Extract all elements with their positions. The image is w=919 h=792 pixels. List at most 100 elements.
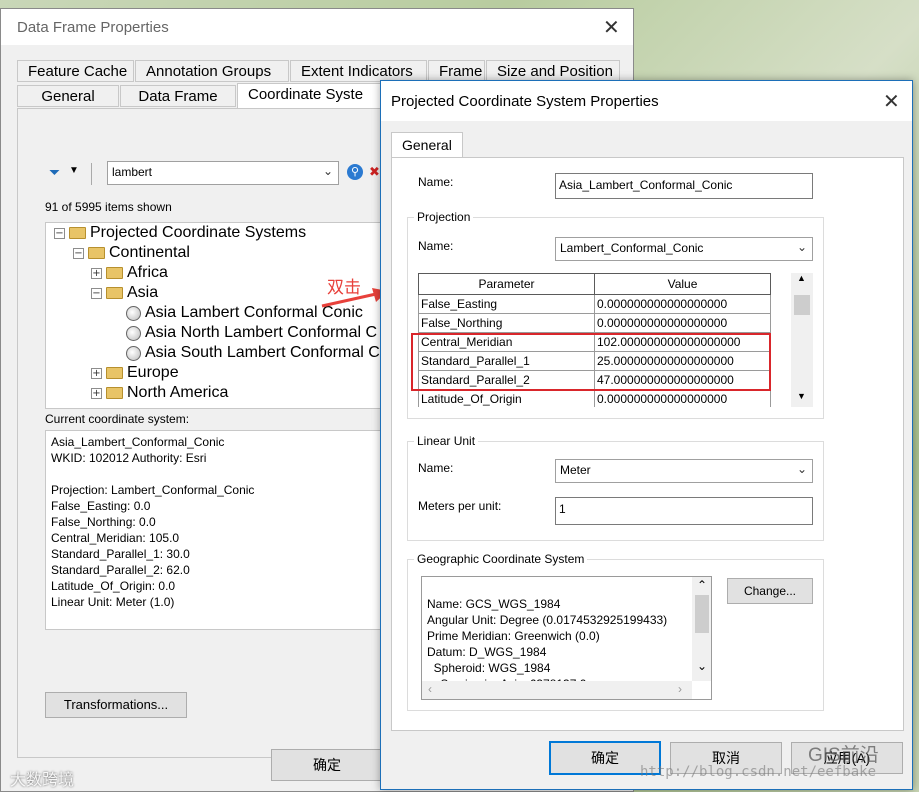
tree-leaf-asia-south-lambert[interactable]: Asia South Lambert Conformal C — [126, 344, 380, 362]
tree-node-label: Projected Coordinate Systems — [90, 224, 307, 241]
detail-line: Standard_Parallel_2: 62.0 — [51, 563, 190, 577]
chevron-down-icon[interactable]: ⌄ — [797, 240, 807, 254]
tree-node-europe[interactable]: + Europe — [91, 364, 179, 382]
folder-open-icon — [69, 227, 86, 239]
scroll-left-icon[interactable]: ‹ — [428, 682, 432, 696]
table-row[interactable]: Latitude_Of_Origin 0.000000000000000000 — [418, 389, 771, 407]
scroll-up-icon[interactable]: ⌃ — [697, 578, 707, 592]
meters-per-unit-field[interactable]: 1 — [555, 497, 813, 525]
filter-icon[interactable]: ⏷ — [49, 164, 60, 181]
projection-name-value: Lambert_Conformal_Conic — [560, 241, 704, 255]
meters-per-unit-label: Meters per unit: — [418, 499, 502, 513]
gcs-line: Angular Unit: Degree (0.0174532925199433… — [427, 613, 668, 627]
projection-group-label: Projection — [414, 210, 474, 224]
grid-scrollbar[interactable]: ▲ ▼ — [791, 273, 813, 407]
change-button[interactable]: Change... — [727, 578, 813, 604]
detail-line: False_Easting: 0.0 — [51, 499, 151, 513]
linear-unit-value: Meter — [560, 463, 591, 477]
transformations-button[interactable]: Transformations... — [45, 692, 187, 718]
collapse-icon[interactable]: − — [91, 287, 102, 299]
gcs-horizontal-scrollbar[interactable]: ‹ › — [422, 681, 692, 699]
close-icon[interactable]: ✕ — [883, 89, 900, 114]
tab-data-frame[interactable]: Data Frame — [120, 85, 236, 107]
gcs-line: Name: GCS_WGS_1984 — [427, 597, 561, 611]
search-icon[interactable]: ⚲ — [347, 164, 363, 180]
tree-leaf-label: Asia North Lambert Conformal C — [145, 324, 378, 341]
chevron-down-icon[interactable]: ▼ — [69, 165, 79, 176]
scroll-right-icon[interactable]: › — [678, 682, 682, 696]
linear-unit-group-label: Linear Unit — [414, 434, 479, 448]
expand-icon[interactable]: + — [91, 367, 102, 379]
globe-icon — [126, 325, 141, 341]
param-name: False_Easting — [418, 294, 595, 314]
scroll-down-icon[interactable]: ▼ — [797, 391, 806, 401]
folder-open-icon — [88, 247, 105, 259]
name-label: Name: — [418, 175, 454, 189]
table-row[interactable]: False_Easting 0.000000000000000000 — [418, 294, 771, 314]
dialog-title: Data Frame Properties — [17, 19, 169, 36]
grid-header-row: Parameter Value — [418, 273, 771, 295]
linear-unit-select[interactable]: Meter ⌄ — [555, 459, 813, 483]
tab-coordinate-system[interactable]: Coordinate Syste — [237, 83, 397, 109]
tab-size-and-position[interactable]: Size and Position — [486, 60, 620, 82]
tree-node-label: Continental — [109, 244, 190, 261]
param-name: False_Northing — [418, 313, 595, 333]
folder-icon — [106, 267, 123, 279]
parameter-column-header[interactable]: Parameter — [418, 273, 595, 295]
search-input[interactable]: lambert ⌄ — [107, 161, 339, 185]
collapse-icon[interactable]: − — [73, 247, 84, 259]
expand-icon[interactable]: + — [91, 387, 102, 399]
tab-feature-cache[interactable]: Feature Cache — [17, 60, 134, 82]
tree-node-projected[interactable]: − Projected Coordinate Systems — [54, 224, 306, 242]
highlight-box — [411, 333, 771, 391]
clear-search-icon[interactable]: ✖ — [369, 164, 380, 180]
name-field[interactable]: Asia_Lambert_Conformal_Conic — [555, 173, 813, 199]
tree-leaf-asia-north-lambert[interactable]: Asia North Lambert Conformal C — [126, 324, 377, 342]
gcs-group-label: Geographic Coordinate System — [414, 552, 588, 566]
linear-unit-group — [407, 441, 824, 541]
collapse-icon[interactable]: − — [54, 227, 65, 239]
scroll-down-icon[interactable]: ⌄ — [697, 659, 707, 673]
toolbar-divider — [91, 163, 92, 185]
close-icon[interactable]: ✕ — [603, 15, 620, 40]
gcs-vertical-scrollbar[interactable]: ⌃ ⌄ — [692, 577, 711, 681]
detail-line: Projection: Lambert_Conformal_Conic — [51, 483, 255, 497]
dialog-title: Projected Coordinate System Properties — [391, 93, 659, 110]
chevron-down-icon[interactable]: ⌄ — [323, 164, 333, 178]
tree-node-north-america[interactable]: + North America — [91, 384, 228, 402]
ok-button[interactable]: 确定 — [271, 749, 383, 781]
tab-general[interactable]: General — [391, 132, 463, 158]
scroll-up-icon[interactable]: ▲ — [797, 273, 806, 283]
dialog-titlebar: Projected Coordinate System Properties ✕ — [381, 81, 912, 121]
scrollbar-thumb[interactable] — [794, 295, 810, 315]
projection-name-select[interactable]: Lambert_Conformal_Conic ⌄ — [555, 237, 813, 261]
current-coordinate-system-details: Asia_Lambert_Conformal_Conic WKID: 10201… — [45, 430, 385, 630]
dialog-titlebar: Data Frame Properties ✕ — [1, 9, 633, 45]
tab-general[interactable]: General — [17, 85, 119, 107]
coordinate-system-tree: − Projected Coordinate Systems − Contine… — [45, 222, 385, 409]
globe-icon — [126, 305, 141, 321]
tree-node-asia[interactable]: − Asia — [91, 284, 158, 302]
value-column-header[interactable]: Value — [594, 273, 771, 295]
param-value[interactable]: 0.000000000000000000 — [594, 294, 771, 314]
param-name: Latitude_Of_Origin — [418, 389, 595, 407]
detail-line: Standard_Parallel_1: 30.0 — [51, 547, 190, 561]
param-value[interactable]: 0.000000000000000000 — [594, 389, 771, 407]
tab-extent-indicators[interactable]: Extent Indicators — [290, 60, 427, 82]
tree-node-label: Asia — [127, 284, 159, 301]
param-value[interactable]: 0.000000000000000000 — [594, 313, 771, 333]
tree-node-label: Europe — [127, 364, 179, 381]
tab-annotation-groups[interactable]: Annotation Groups — [135, 60, 289, 82]
tree-node-label: Africa — [127, 264, 168, 281]
gcs-details-text: Name: GCS_WGS_1984 Angular Unit: Degree (… — [427, 580, 667, 692]
scrollbar-thumb[interactable] — [695, 595, 709, 633]
folder-icon — [106, 387, 123, 399]
tab-frame[interactable]: Frame — [428, 60, 485, 82]
tree-node-continental[interactable]: − Continental — [73, 244, 190, 262]
table-row[interactable]: False_Northing 0.000000000000000000 — [418, 313, 771, 333]
detail-line: Central_Meridian: 105.0 — [51, 531, 180, 545]
tree-node-africa[interactable]: + Africa — [91, 264, 168, 282]
chevron-down-icon[interactable]: ⌄ — [797, 462, 807, 476]
gcs-line: Prime Meridian: Greenwich (0.0) — [427, 629, 600, 643]
expand-icon[interactable]: + — [91, 267, 102, 279]
